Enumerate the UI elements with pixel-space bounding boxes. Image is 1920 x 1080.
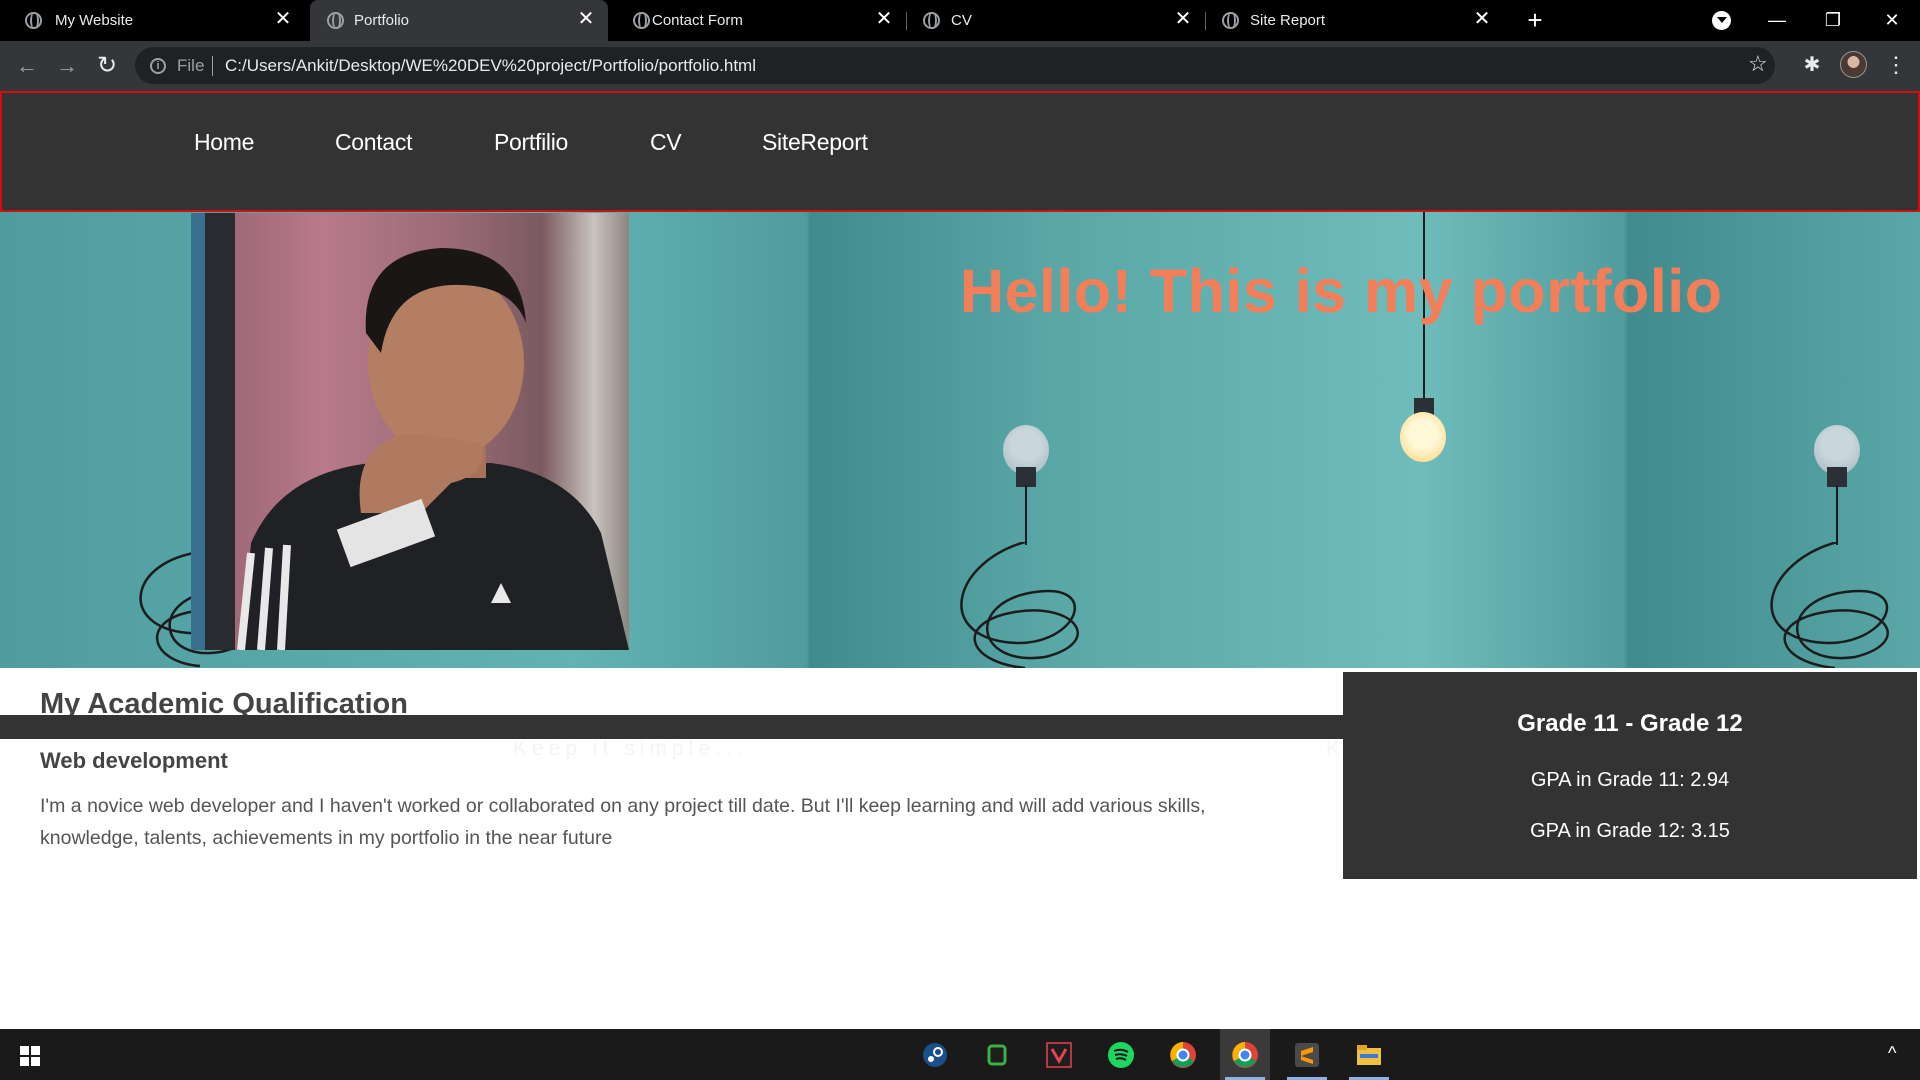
taskbar-spotify[interactable] xyxy=(1096,1029,1146,1080)
gpa-grade-12: GPA in Grade 12: 3.15 xyxy=(1530,820,1730,842)
url-scheme: File xyxy=(177,56,205,75)
section-divider-bar xyxy=(0,715,1344,739)
back-button[interactable]: ← xyxy=(14,53,40,79)
address-bar[interactable]: i File C:/Users/Ankit/Desktop/WE%20DEV%2… xyxy=(135,47,1775,84)
globe-icon xyxy=(1222,12,1239,29)
lamp-socket xyxy=(1827,467,1847,487)
tab-portfolio[interactable]: Portfolio ✕ xyxy=(310,0,608,41)
tray-chevron-up-icon[interactable]: ^ xyxy=(1888,1043,1896,1064)
taskbar-valorant[interactable] xyxy=(1034,1029,1084,1080)
tab-site-report[interactable]: Site Report ✕ xyxy=(1206,0,1504,41)
browser-toolbar: ← → ↻ i File C:/Users/Ankit/Desktop/WE%2… xyxy=(0,41,1920,91)
profile-avatar[interactable] xyxy=(1840,51,1867,78)
taskbar-sublime[interactable] xyxy=(1282,1029,1332,1080)
tab-contact-form[interactable]: Contact Form ✕ xyxy=(608,0,906,41)
chrome-icon-active xyxy=(1232,1042,1258,1068)
browser-menu-icon[interactable]: ⋮ xyxy=(1885,51,1907,79)
page-viewport: Home Contact Portfilio CV SiteReport Kee… xyxy=(0,91,1920,1029)
globe-icon xyxy=(25,12,42,29)
globe-icon xyxy=(633,12,650,29)
taskbar-chrome-active[interactable] xyxy=(1220,1029,1270,1080)
nav-link-cv[interactable]: CV xyxy=(650,129,682,156)
lamp-cord xyxy=(1025,485,1027,545)
subheading: Web development xyxy=(40,748,228,773)
tab-title: CV xyxy=(951,12,972,29)
gpa-sidebar: Grade 11 - Grade 12 GPA in Grade 11: 2.9… xyxy=(1343,672,1917,879)
tab-title: Contact Form xyxy=(652,12,743,29)
url-text[interactable]: C:/Users/Ankit/Desktop/WE%20DEV%20projec… xyxy=(225,56,756,76)
nav-link-portfolio[interactable]: Portfilio xyxy=(494,129,568,156)
nav-link-home[interactable]: Home xyxy=(194,129,254,156)
steam-icon xyxy=(923,1043,947,1067)
taskbar-steam[interactable] xyxy=(910,1029,960,1080)
tangled-cord-icon xyxy=(960,542,1079,668)
lamp-cord xyxy=(1836,485,1838,545)
url-separator xyxy=(212,56,213,76)
profile-photo xyxy=(191,213,629,650)
close-tab-icon[interactable]: ✕ xyxy=(1472,8,1492,30)
hero-title: Hello! This is my portfolio xyxy=(960,257,1723,325)
reload-button[interactable]: ↻ xyxy=(94,53,120,79)
file-explorer-icon xyxy=(1357,1045,1381,1065)
tab-cv[interactable]: CV ✕ xyxy=(907,0,1205,41)
minimize-button[interactable]: — xyxy=(1757,4,1797,36)
browser-tabstrip: My Website ✕ Portfolio ✕ Contact Form ✕ … xyxy=(0,0,1920,41)
chrome-icon xyxy=(1170,1042,1196,1068)
tab-title: My Website xyxy=(55,12,134,29)
close-tab-icon[interactable]: ✕ xyxy=(1173,8,1193,30)
spotify-icon xyxy=(1108,1042,1134,1068)
tab-search-icon[interactable] xyxy=(1712,11,1731,30)
bookmark-star-icon[interactable]: ☆ xyxy=(1748,51,1768,77)
tab-my-website[interactable]: My Website ✕ xyxy=(0,0,305,41)
info-icon[interactable]: i xyxy=(150,58,166,74)
gpa-title: Grade 11 - Grade 12 xyxy=(1517,710,1743,737)
taskbar-chrome[interactable] xyxy=(1158,1029,1208,1080)
new-tab-button[interactable]: + xyxy=(1521,6,1549,34)
globe-icon xyxy=(923,12,940,29)
close-tab-icon[interactable]: ✕ xyxy=(576,8,596,30)
taskbar-bluestacks[interactable] xyxy=(972,1029,1022,1080)
lit-bulb-icon xyxy=(1400,412,1446,462)
windows-taskbar: ^ xyxy=(0,1029,1920,1080)
valorant-icon xyxy=(1046,1042,1072,1068)
gpa-grade-11: GPA in Grade 11: 2.94 xyxy=(1530,769,1730,791)
lamp-socket xyxy=(1016,467,1036,487)
tab-title: Portfolio xyxy=(354,12,410,29)
close-tab-icon[interactable]: ✕ xyxy=(273,8,293,30)
close-tab-icon[interactable]: ✕ xyxy=(874,8,894,30)
extensions-puzzle-icon[interactable]: ✱ xyxy=(1800,53,1824,77)
site-navbar: Home Contact Portfilio CV SiteReport xyxy=(0,91,1920,212)
taskbar-file-explorer[interactable] xyxy=(1344,1029,1394,1080)
bluestacks-icon xyxy=(987,1044,1007,1066)
nav-link-sitereport[interactable]: SiteReport xyxy=(762,129,868,156)
nav-link-contact[interactable]: Contact xyxy=(335,129,412,156)
windows-start-icon[interactable] xyxy=(20,1046,40,1066)
close-window-button[interactable]: ✕ xyxy=(1872,4,1912,36)
forward-button[interactable]: → xyxy=(54,53,80,79)
sublime-text-icon xyxy=(1295,1043,1319,1067)
tab-title: Site Report xyxy=(1250,12,1326,29)
restore-button[interactable]: ❐ xyxy=(1813,4,1853,36)
tangled-cord-icon xyxy=(1770,542,1889,668)
globe-icon xyxy=(327,12,344,29)
intro-paragraph: I'm a novice web developer and I haven't… xyxy=(40,795,1206,849)
